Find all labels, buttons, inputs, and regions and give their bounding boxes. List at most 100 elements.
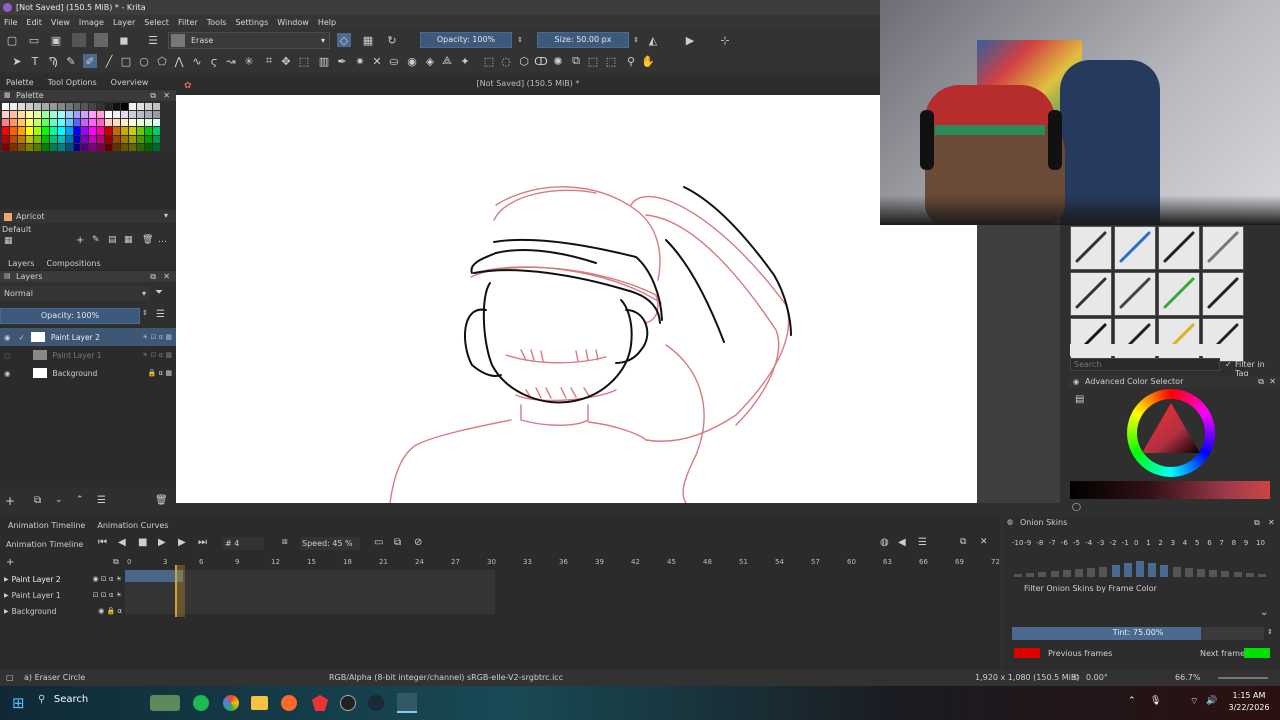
palette-swatch[interactable] bbox=[129, 143, 137, 151]
layer-row[interactable]: ○ Paint Layer 1 ☀ ⊡ α ▦ bbox=[0, 346, 176, 364]
palette-swatch[interactable] bbox=[41, 111, 49, 119]
brush-preset-tile[interactable] bbox=[1114, 272, 1156, 316]
timeline-layer-icons[interactable]: ◉ ⊡ α ☀ bbox=[92, 575, 122, 583]
widget-icon[interactable] bbox=[150, 695, 180, 711]
brush-preset-tile[interactable] bbox=[1114, 226, 1156, 270]
taskbar-date[interactable]: 3/22/2026 bbox=[1226, 703, 1272, 712]
gradient-tool-icon[interactable]: ▥ bbox=[317, 54, 331, 68]
palette-swatch[interactable] bbox=[89, 143, 97, 151]
onion-frame-number[interactable]: -4 bbox=[1085, 539, 1092, 547]
add-swatch-icon[interactable]: + bbox=[76, 235, 84, 246]
palette-swatch[interactable] bbox=[17, 135, 25, 143]
timeline-layer-row[interactable]: ▶ Background ◉ 🔒 α bbox=[0, 602, 125, 620]
chevron-down-icon[interactable]: ▾ bbox=[164, 211, 168, 220]
palette-swatch[interactable] bbox=[17, 127, 25, 135]
palette-swatch[interactable] bbox=[49, 143, 57, 151]
palette-swatch[interactable] bbox=[97, 135, 105, 143]
layer-opacity-slider[interactable]: Opacity: 100% bbox=[0, 308, 140, 324]
duplicate-layer-icon[interactable]: ⧉ bbox=[34, 495, 41, 506]
brush-preset-tile[interactable] bbox=[1070, 272, 1112, 316]
palette-swatch[interactable] bbox=[137, 111, 145, 119]
palette-swatch[interactable] bbox=[81, 119, 89, 127]
palette-swatch[interactable] bbox=[137, 127, 145, 135]
delete-swatch-icon[interactable]: 🗑 bbox=[142, 235, 153, 245]
onion-opacity-bar[interactable] bbox=[1099, 567, 1108, 577]
palette-swatch[interactable] bbox=[2, 127, 9, 135]
steam-icon[interactable] bbox=[368, 695, 384, 711]
palette-swatch[interactable] bbox=[137, 143, 145, 151]
palette-swatch[interactable] bbox=[49, 103, 57, 111]
palette-swatch[interactable] bbox=[89, 135, 97, 143]
onion-skins-icon[interactable]: ◍ bbox=[880, 537, 889, 548]
palette-swatch[interactable] bbox=[57, 111, 65, 119]
palette-swatch[interactable] bbox=[121, 103, 129, 111]
layer-row[interactable]: ◉ ✓ Paint Layer 2 ☀ ⊡ α ▦ bbox=[0, 328, 176, 346]
menu-tools[interactable]: Tools bbox=[207, 18, 227, 27]
freehand-select-tool-icon[interactable]: ↀ bbox=[534, 54, 548, 68]
palette-swatch[interactable] bbox=[81, 143, 89, 151]
onion-opacity-bar[interactable] bbox=[1136, 561, 1144, 577]
palette-swatch[interactable] bbox=[25, 135, 33, 143]
palette-swatch[interactable] bbox=[129, 103, 137, 111]
palette-swatch[interactable] bbox=[57, 119, 65, 127]
wrap-around-icon[interactable]: ⊹ bbox=[718, 33, 732, 47]
palette-swatch[interactable] bbox=[121, 143, 129, 151]
spin-icon[interactable]: ⇕ bbox=[1267, 628, 1273, 636]
tab-overview[interactable]: Overview bbox=[111, 78, 149, 87]
float-panel-icon[interactable]: ⧉ bbox=[150, 271, 156, 282]
palette-swatch[interactable] bbox=[89, 103, 97, 111]
layer-properties-icons[interactable]: ☀ ⊡ α ▦ bbox=[142, 333, 172, 341]
transform-tool-icon[interactable]: ⬚ bbox=[297, 54, 311, 68]
reload-preset-icon[interactable]: ↻ bbox=[385, 33, 399, 47]
palette-swatch[interactable] bbox=[33, 111, 41, 119]
onion-opacity-bar[interactable] bbox=[1184, 568, 1193, 577]
eraser-mode-icon[interactable]: ◇ bbox=[337, 33, 351, 47]
palette-swatch[interactable] bbox=[2, 103, 9, 111]
eye-icon[interactable]: ◉ bbox=[4, 333, 11, 342]
palette-swatch[interactable] bbox=[65, 143, 73, 151]
onion-frame-number[interactable]: 6 bbox=[1207, 539, 1211, 547]
polygon-tool-icon[interactable]: ⬠ bbox=[155, 54, 169, 68]
move-tool-icon[interactable]: ✥ bbox=[279, 54, 293, 68]
reset-icon[interactable]: ◯ bbox=[1072, 502, 1081, 511]
open-document-icon[interactable]: ▭ bbox=[27, 33, 41, 47]
filter-icon[interactable]: ⏷ bbox=[155, 287, 163, 298]
onion-opacity-bar[interactable] bbox=[1197, 569, 1205, 577]
onion-opacity-bar[interactable] bbox=[1014, 574, 1022, 577]
onion-opacity-bar[interactable] bbox=[1172, 567, 1181, 577]
onion-opacity-bar[interactable] bbox=[1038, 572, 1047, 577]
palette-swatch[interactable] bbox=[145, 127, 153, 135]
palette-swatch[interactable] bbox=[89, 111, 97, 119]
palette-swatch[interactable] bbox=[137, 103, 145, 111]
onion-opacity-bar[interactable] bbox=[1123, 563, 1132, 577]
brush-settings-icon[interactable]: ☰ bbox=[146, 33, 160, 47]
menu-filter[interactable]: Filter bbox=[178, 18, 198, 27]
float-panel-icon[interactable]: ⧉ bbox=[150, 90, 156, 101]
opacity-spin-icon[interactable]: ⇕ bbox=[513, 33, 527, 47]
assistant-tool-icon[interactable]: ◈ bbox=[423, 54, 437, 68]
dynamic-brush-tool-icon[interactable]: ↝ bbox=[224, 54, 238, 68]
contiguous-select-tool-icon[interactable]: ✺ bbox=[551, 54, 565, 68]
volume-icon[interactable]: 🔊 bbox=[1206, 696, 1217, 706]
brush-preset-tile[interactable] bbox=[1202, 226, 1244, 270]
close-panel-icon[interactable]: ✕ bbox=[163, 90, 170, 101]
fill-tool-icon[interactable]: ⛀ bbox=[387, 54, 401, 68]
mirror-vertical-icon[interactable]: ▶ bbox=[683, 33, 697, 47]
close-panel-icon[interactable]: ✕ bbox=[980, 537, 988, 547]
onion-frame-number[interactable]: 3 bbox=[1171, 539, 1175, 547]
rotate-icon[interactable]: ⟲ bbox=[1072, 670, 1079, 686]
freehand-path-tool-icon[interactable]: ϛ bbox=[207, 54, 221, 68]
palette-swatch[interactable] bbox=[145, 119, 153, 127]
palette-swatch[interactable] bbox=[97, 143, 105, 151]
edit-swatch-icon[interactable]: ✎ bbox=[92, 235, 100, 245]
palette-swatch[interactable] bbox=[9, 119, 17, 127]
float-panel-icon[interactable]: ⧉ bbox=[1254, 518, 1260, 528]
bezier-select-tool-icon[interactable]: ⬚ bbox=[586, 54, 600, 68]
palette-swatch[interactable] bbox=[57, 143, 65, 151]
play-icon[interactable]: ▶ bbox=[158, 537, 166, 548]
timeline-layer-icons[interactable]: ◉ 🔒 α bbox=[98, 607, 122, 615]
multibrush-tool-icon[interactable]: ✳ bbox=[242, 54, 256, 68]
onion-frame-number[interactable]: 9 bbox=[1244, 539, 1248, 547]
crop-tool-icon[interactable]: ⌗ bbox=[262, 54, 276, 68]
onion-frame-number[interactable]: 10 bbox=[1256, 539, 1265, 547]
